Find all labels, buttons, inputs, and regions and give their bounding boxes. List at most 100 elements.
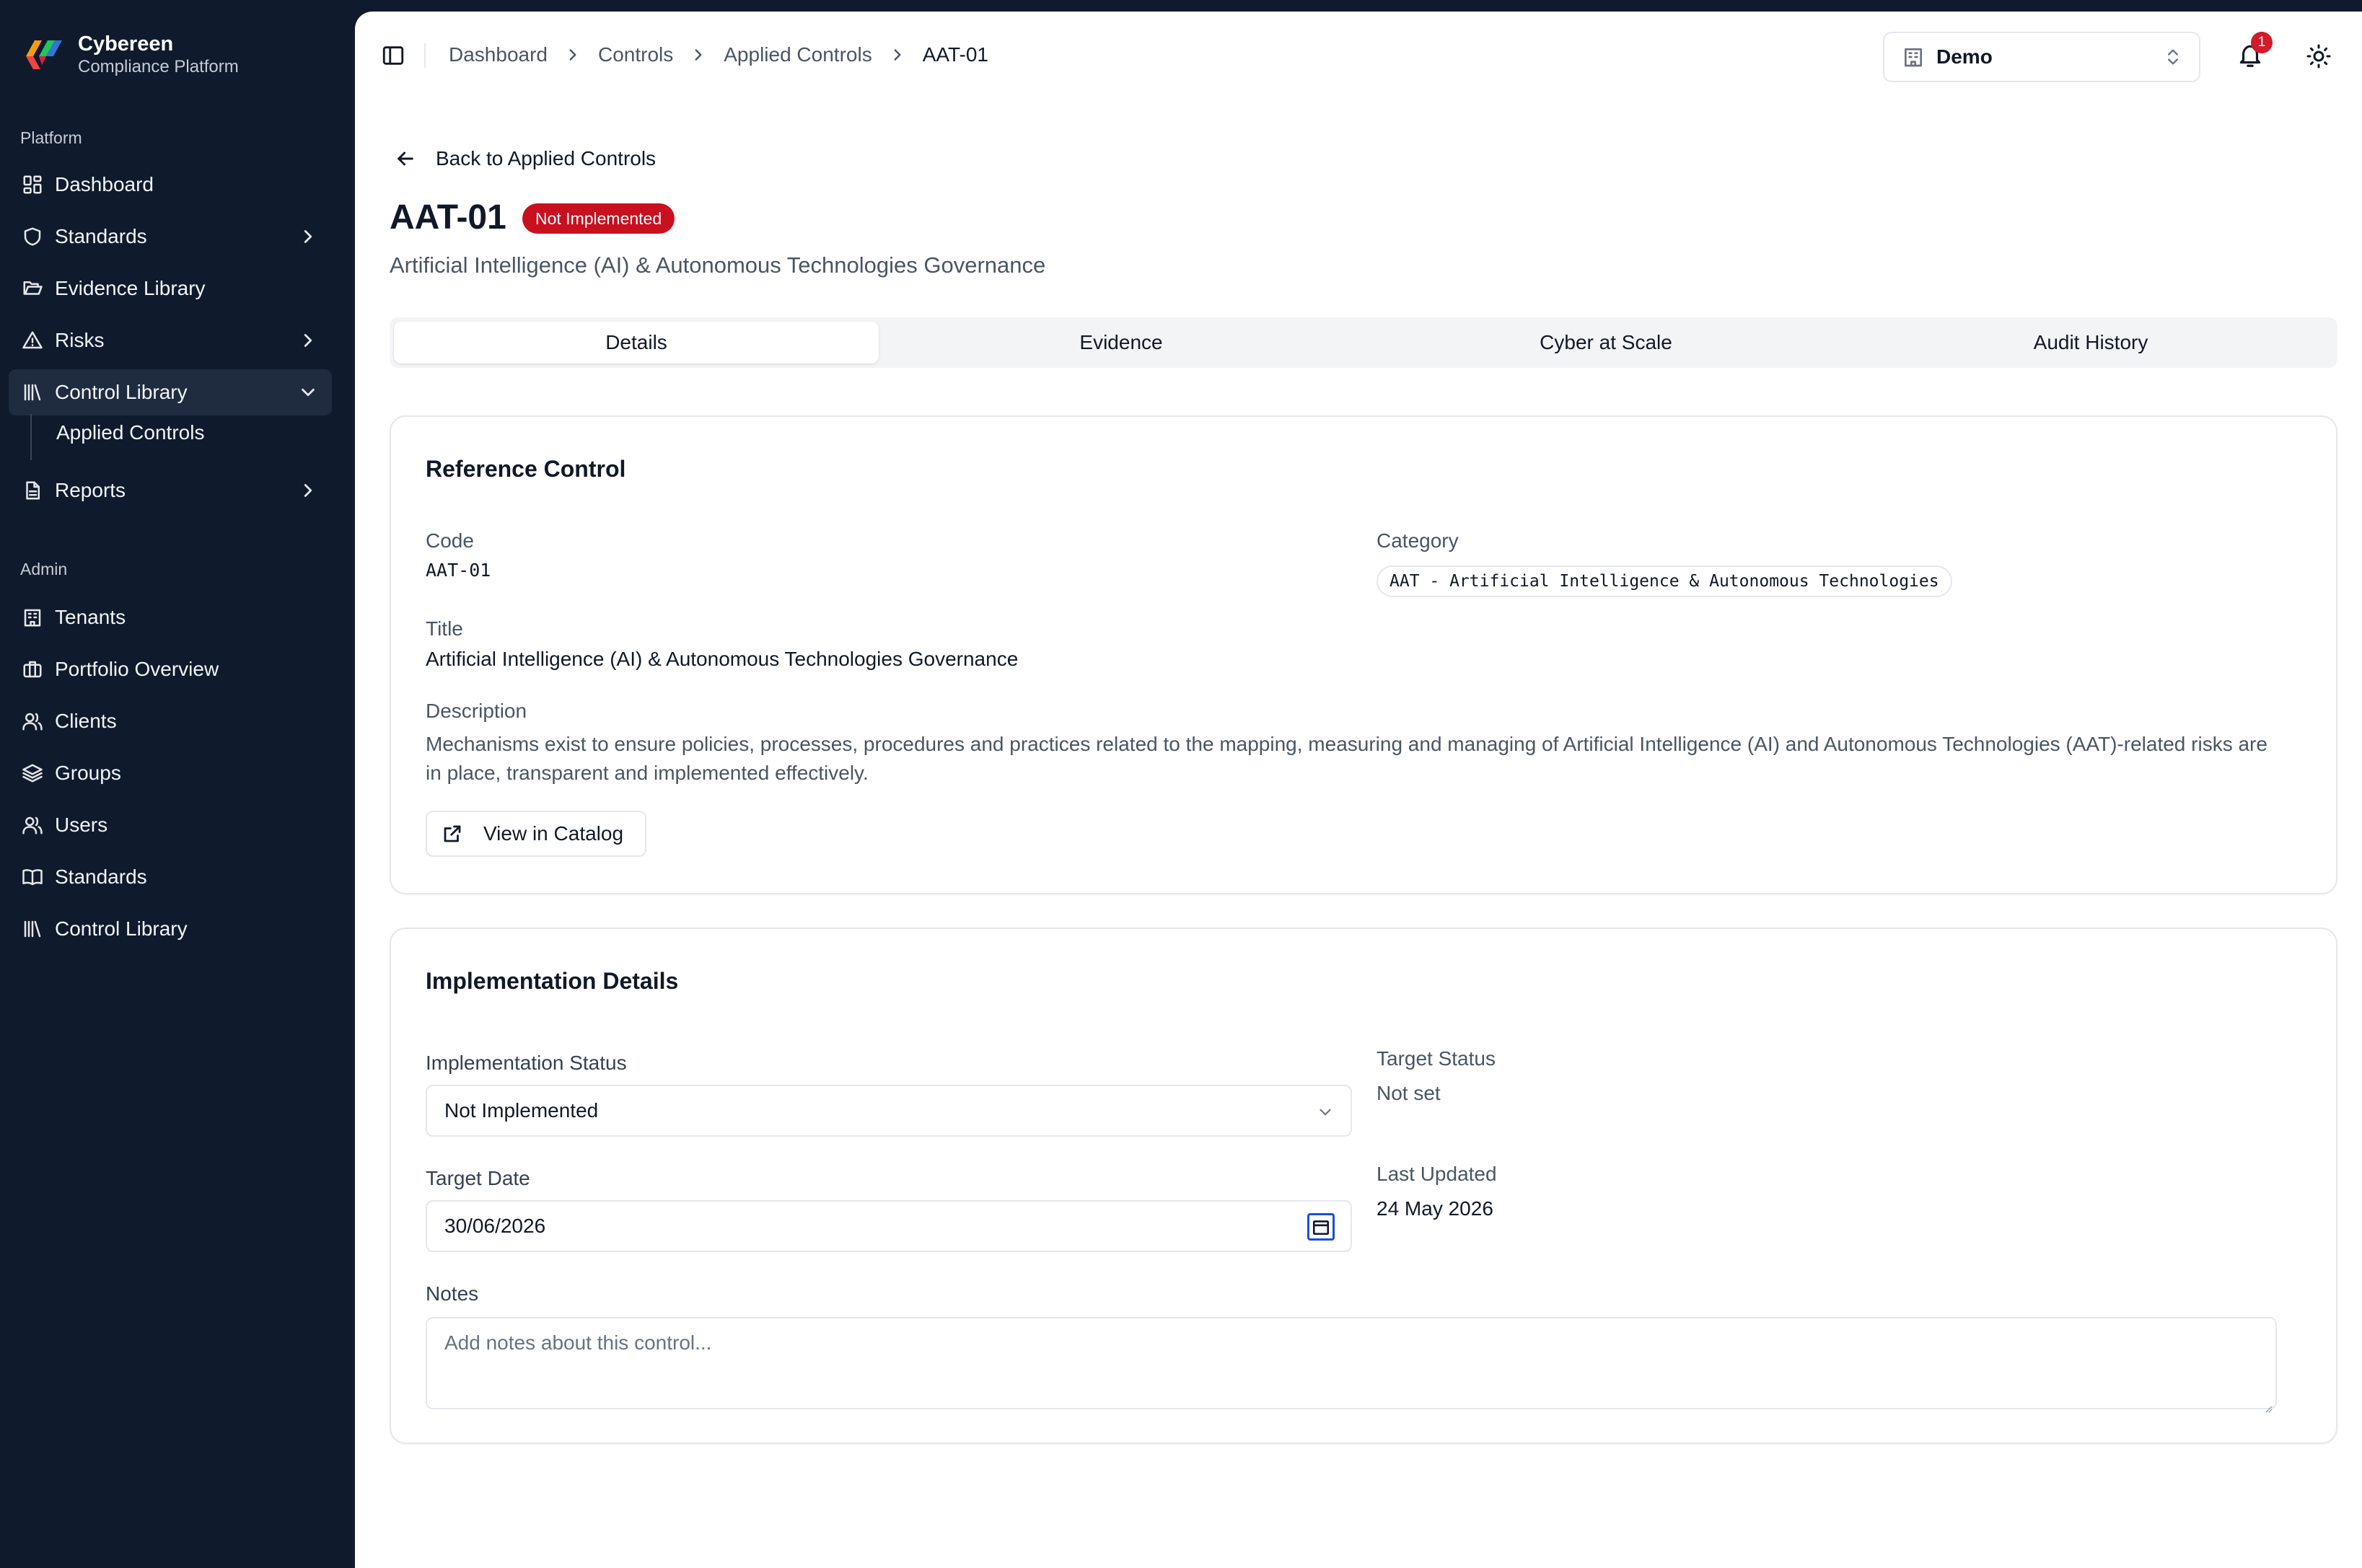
warning-triangle-icon xyxy=(22,330,43,351)
document-icon xyxy=(22,480,43,501)
code-value: AAT-01 xyxy=(426,560,491,581)
implementation-status-value: Not Implemented xyxy=(444,1099,599,1122)
sidebar-item-clients[interactable]: Clients xyxy=(9,698,332,744)
sidebar-item-admin-control-library[interactable]: Control Library xyxy=(9,906,332,952)
brand-subtitle: Compliance Platform xyxy=(78,57,239,76)
sidebar-toggle-icon[interactable] xyxy=(381,43,405,68)
calendar-icon[interactable] xyxy=(1307,1213,1335,1241)
building-icon xyxy=(1905,48,1922,67)
sidebar-item-groups[interactable]: Groups xyxy=(9,750,332,796)
back-link-label: Back to Applied Controls xyxy=(436,147,657,169)
chevron-down-icon xyxy=(1316,1103,1335,1122)
title-label: Title xyxy=(426,617,463,640)
external-link-icon xyxy=(442,823,463,845)
notes-label: Notes xyxy=(426,1282,479,1305)
tab-audit-history[interactable]: Audit History xyxy=(1848,322,2333,364)
sidebar-item-label: Risks xyxy=(55,329,105,351)
users-icon xyxy=(22,710,43,732)
breadcrumb: Dashboard Controls Applied Controls AAT-… xyxy=(449,43,988,66)
sidebar-item-label: Evidence Library xyxy=(55,277,206,299)
sidebar-item-portfolio-overview[interactable]: Portfolio Overview xyxy=(9,646,332,692)
breadcrumb-dashboard[interactable]: Dashboard xyxy=(449,43,548,66)
sidebar: Cybereen Compliance Platform Platform Da… xyxy=(0,0,354,1568)
shield-icon xyxy=(22,226,43,247)
page-title: AAT-01 xyxy=(390,198,506,237)
sidebar-item-label: Control Library xyxy=(55,381,188,403)
description-label: Description xyxy=(426,700,527,722)
sun-icon[interactable] xyxy=(2306,43,2332,69)
view-in-catalog-label: View in Catalog xyxy=(483,822,624,845)
resize-grip-icon[interactable] xyxy=(2262,1395,2273,1413)
folder-open-icon xyxy=(22,278,43,299)
topbar-divider xyxy=(424,43,426,68)
layers-icon xyxy=(22,762,43,784)
sidebar-item-tenants[interactable]: Tenants xyxy=(9,594,332,640)
sidebar-item-label: Standards xyxy=(55,225,147,247)
last-updated-label: Last Updated xyxy=(1377,1163,1497,1185)
nav-section-admin: Admin xyxy=(20,560,68,578)
library-icon xyxy=(22,382,43,403)
tab-list: Details Evidence Cyber at Scale Audit Hi… xyxy=(390,317,2337,368)
target-status-value: Not set xyxy=(1377,1082,1441,1104)
chevron-right-icon xyxy=(888,45,907,64)
topbar: Dashboard Controls Applied Controls AAT-… xyxy=(355,12,2362,104)
subnav-line xyxy=(30,414,32,460)
sidebar-item-users[interactable]: Users xyxy=(9,802,332,848)
brand-logo-icon xyxy=(26,40,62,69)
dashboard-icon xyxy=(22,174,43,195)
building-icon xyxy=(22,607,43,628)
implementation-status-select[interactable]: Not Implemented xyxy=(426,1085,1352,1137)
card-title: Implementation Details xyxy=(426,968,679,994)
back-link[interactable]: Back to Applied Controls xyxy=(394,147,656,170)
sidebar-item-label: Tenants xyxy=(55,606,126,628)
breadcrumb-applied-controls[interactable]: Applied Controls xyxy=(724,43,872,66)
notes-textarea[interactable]: Add notes about this control... xyxy=(426,1317,2277,1413)
sidebar-item-risks[interactable]: Risks xyxy=(9,317,332,364)
library-icon xyxy=(22,918,43,940)
sidebar-item-label: Standards xyxy=(55,866,147,888)
sidebar-item-label: Control Library xyxy=(55,917,188,940)
arrow-left-icon xyxy=(394,147,417,170)
notification-badge: 1 xyxy=(2251,32,2273,53)
chevrons-up-down-icon xyxy=(2168,49,2178,65)
sidebar-item-label: Portfolio Overview xyxy=(55,658,219,680)
chevron-right-icon xyxy=(563,45,582,64)
status-badge: Not Implemented xyxy=(522,203,675,234)
reference-control-card: Reference Control Code AAT-01 Category A… xyxy=(390,415,2337,894)
tenant-select[interactable]: Demo xyxy=(1883,32,2200,82)
target-status-label: Target Status xyxy=(1377,1047,1496,1070)
brand[interactable]: Cybereen Compliance Platform xyxy=(23,32,239,78)
tab-evidence[interactable]: Evidence xyxy=(879,322,1364,364)
category-label: Category xyxy=(1377,529,1459,552)
sidebar-item-label: Clients xyxy=(55,710,117,732)
page-subtitle: Artificial Intelligence (AI) & Autonomou… xyxy=(390,252,1046,278)
breadcrumb-current: AAT-01 xyxy=(922,43,989,66)
sidebar-item-label: Groups xyxy=(55,762,121,784)
view-in-catalog-button[interactable]: View in Catalog xyxy=(426,811,646,857)
sidebar-subitem-applied-controls[interactable]: Applied Controls xyxy=(56,421,204,444)
sidebar-item-reports[interactable]: Reports xyxy=(9,467,332,514)
sidebar-item-control-library[interactable]: Control Library xyxy=(9,369,332,415)
target-date-input[interactable]: 30/06/2026 xyxy=(426,1200,1352,1252)
target-date-label: Target Date xyxy=(426,1167,530,1189)
sidebar-item-evidence-library[interactable]: Evidence Library xyxy=(9,265,332,312)
chevron-down-icon xyxy=(297,382,319,403)
chevron-right-icon xyxy=(297,480,319,501)
sidebar-item-admin-standards[interactable]: Standards xyxy=(9,854,332,900)
implementation-status-label: Implementation Status xyxy=(426,1052,627,1074)
sidebar-item-dashboard[interactable]: Dashboard xyxy=(9,162,332,208)
sidebar-item-standards[interactable]: Standards xyxy=(9,213,332,260)
last-updated-value: 24 May 2026 xyxy=(1377,1197,1493,1220)
notes-placeholder: Add notes about this control... xyxy=(444,1331,712,1354)
tab-details[interactable]: Details xyxy=(394,322,879,364)
code-label: Code xyxy=(426,529,474,552)
sidebar-item-label: Reports xyxy=(55,479,126,501)
breadcrumb-controls[interactable]: Controls xyxy=(598,43,673,66)
sidebar-item-label: Users xyxy=(55,814,108,836)
users-icon xyxy=(22,814,43,836)
brand-name: Cybereen xyxy=(78,32,174,56)
chevron-right-icon xyxy=(689,45,708,64)
chevron-right-icon xyxy=(297,330,319,351)
title-value: Artificial Intelligence (AI) & Autonomou… xyxy=(426,648,1019,670)
tab-cyber-at-scale[interactable]: Cyber at Scale xyxy=(1364,322,1848,364)
